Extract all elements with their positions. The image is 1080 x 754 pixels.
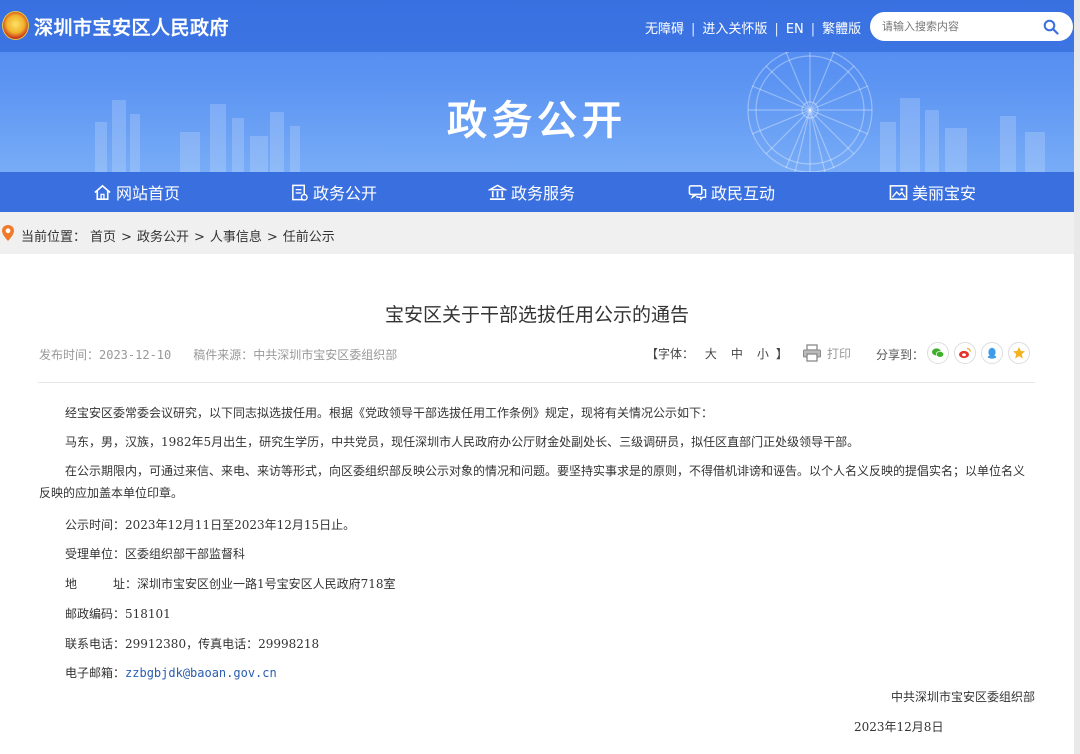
scrollbar-track[interactable]: [1074, 0, 1080, 754]
nav-label: 政民互动: [711, 184, 776, 203]
nav-label: 网站首页: [116, 184, 181, 203]
home-icon: [94, 184, 111, 200]
separator: |: [810, 22, 816, 37]
publish-time: 发布时间：2023-12-10: [39, 348, 172, 362]
breadcrumb-home[interactable]: 首页: [90, 230, 116, 245]
font-size-small-button[interactable]: 小: [757, 347, 769, 361]
article-title: 宝安区关于干部选拔任用公示的通告: [384, 304, 689, 326]
top-links: 无障碍 | 进入关怀版 | EN | 繁體版: [645, 18, 861, 37]
share-weibo-button[interactable]: [954, 342, 976, 364]
english-link[interactable]: EN: [786, 22, 804, 37]
article-meta: 发布时间：2023-12-10 稿件来源：中共深圳市宝安区委组织部: [39, 346, 397, 363]
address-label: 地 址：: [65, 577, 138, 591]
nav-item-interaction[interactable]: 政民互动: [688, 172, 775, 212]
font-size-control: 【字体： 大中小】: [646, 345, 788, 362]
weibo-icon: [959, 347, 971, 359]
nav-item-gov-affairs[interactable]: 政务公开: [290, 172, 377, 212]
breadcrumb: 当前位置： 首页 > 政务公开 > 人事信息 > 任前公示: [21, 226, 335, 245]
share-qzone-button[interactable]: [1008, 342, 1030, 364]
share-qq-button[interactable]: [981, 342, 1003, 364]
article-paragraph: 在公示期限内，可通过来信、来电、来访等形式，向区委组织部反映公示对象的情况和问题…: [39, 464, 1026, 500]
divider: [38, 382, 1035, 383]
article-paragraph: 经宝安区委常委会议研究，以下同志拟选拔任用。根据《党政领导干部选拔任用工作条例》…: [65, 406, 714, 420]
separator: |: [691, 22, 696, 37]
breadcrumb-personnel-info[interactable]: 人事信息: [210, 230, 262, 245]
location-pin-icon: [2, 225, 14, 241]
picture-icon: [889, 184, 908, 200]
nav-label: 政务服务: [511, 184, 576, 203]
font-size-label: 【字体：: [646, 347, 695, 361]
nav-item-beautiful-baoan[interactable]: 美丽宝安: [889, 172, 976, 212]
nav-item-home[interactable]: 网站首页: [93, 172, 180, 212]
government-building-icon: [488, 184, 507, 200]
traditional-chinese-link[interactable]: 繁體版: [822, 22, 861, 37]
accessibility-link[interactable]: 无障碍: [645, 22, 684, 37]
breadcrumb-pre-appointment-notice[interactable]: 任前公示: [283, 230, 335, 245]
nav-label: 政务公开: [313, 184, 378, 203]
article-paragraph: 公示时间：2023年12月11日至2023年12月15日止。: [65, 518, 356, 532]
printer-icon: [803, 344, 821, 362]
elder-care-version-link[interactable]: 进入关怀版: [702, 22, 767, 37]
article-source: 稿件来源：中共深圳市宝安区委组织部: [193, 348, 398, 362]
chat-icon: [688, 184, 707, 201]
article-paragraph: 电子邮箱：zzbgbjdk@baoan.gov.cn: [39, 662, 1035, 684]
article-paragraph: 马东，男，汉族，1982年5月出生，研究生学历，中共党员，现任深圳市人民政府办公…: [65, 435, 860, 449]
share-wechat-button[interactable]: [927, 342, 949, 364]
article-paragraph: 地 址：深圳市宝安区创业一路1号宝安区人民政府718室: [39, 573, 1035, 595]
email-label: 电子邮箱：: [65, 666, 126, 680]
document-icon: [292, 184, 308, 201]
email-link[interactable]: zzbgbjdk@baoan.gov.cn: [125, 666, 277, 680]
breadcrumb-separator: >: [193, 230, 205, 245]
banner-title: 政务公开: [447, 98, 627, 144]
article-paragraph: 邮政编码：518101: [65, 607, 171, 621]
wechat-icon: [932, 348, 945, 358]
national-emblem-icon: [2, 11, 29, 40]
breadcrumb-bar: 当前位置： 首页 > 政务公开 > 人事信息 > 任前公示: [0, 212, 1074, 254]
share-label: 分享到：: [876, 348, 925, 362]
breadcrumb-separator: >: [121, 230, 132, 245]
breadcrumb-separator: >: [266, 230, 278, 245]
header-banner: 深圳市宝安区人民政府 无障碍 | 进入关怀版 | EN | 繁體版 政务公开: [0, 0, 1074, 172]
nav-item-gov-services[interactable]: 政务服务: [488, 172, 575, 212]
main-nav: 网站首页 政务公开 政务服务 政民互动 美丽宝安: [0, 172, 1074, 212]
qzone-icon: [1013, 347, 1025, 359]
print-label: 打印: [827, 346, 852, 361]
search-box: [870, 12, 1073, 41]
signature-date: 2023年12月8日: [854, 720, 944, 734]
search-input[interactable]: [882, 18, 1042, 35]
signature-organization: 中共深圳市宝安区委组织部: [890, 690, 1035, 704]
search-icon[interactable]: [1043, 19, 1059, 35]
site-name[interactable]: 深圳市宝安区人民政府: [34, 13, 229, 40]
font-size-medium-button[interactable]: 中: [731, 347, 743, 361]
article-container: 宝安区关于干部选拔任用公示的通告 发布时间：2023-12-10 稿件来源：中共深…: [0, 254, 1074, 754]
font-size-close-bracket: 】: [775, 347, 788, 361]
separator: |: [774, 22, 779, 37]
breadcrumb-gov-affairs[interactable]: 政务公开: [137, 230, 189, 245]
font-size-large-button[interactable]: 大: [705, 347, 717, 361]
article-paragraph: 联系电话：29912380，传真电话：29998218: [65, 637, 320, 651]
breadcrumb-prefix: 当前位置：: [21, 230, 87, 245]
nav-label: 美丽宝安: [912, 184, 977, 203]
address-value: 深圳市宝安区创业一路1号宝安区人民政府718室: [137, 577, 396, 591]
qq-icon: [987, 347, 997, 359]
print-button[interactable]: 打印: [802, 343, 851, 363]
article-paragraph: 受理单位：区委组织部干部监督科: [65, 547, 246, 561]
